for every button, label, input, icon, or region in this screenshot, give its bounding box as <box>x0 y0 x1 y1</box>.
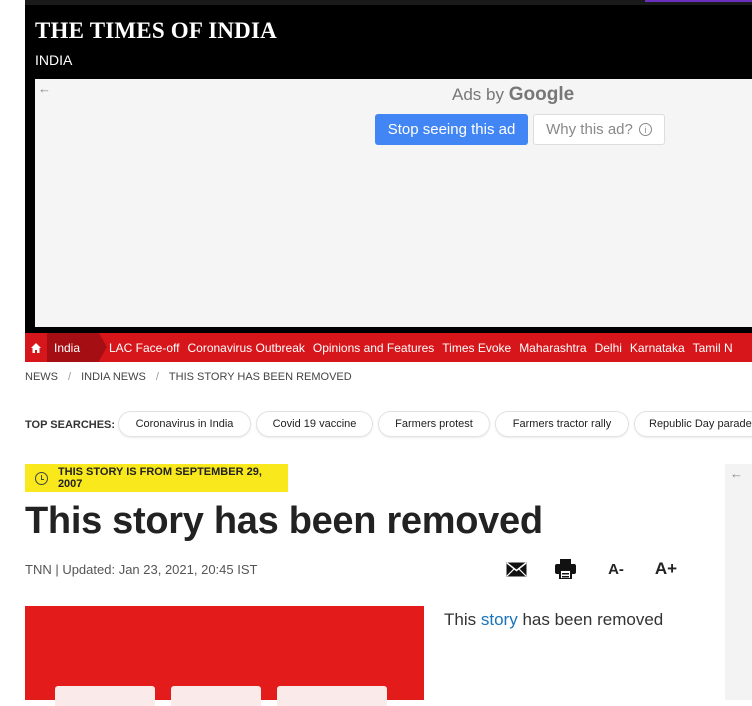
search-chip[interactable]: Covid 19 vaccine <box>256 411 373 437</box>
breadcrumb-separator: / <box>68 371 72 383</box>
story-date-badge: THIS STORY IS FROM SEPTEMBER 29, 2007 <box>25 464 288 492</box>
ads-by-label: Ads by <box>452 85 504 104</box>
search-chip[interactable]: Farmers protest <box>378 411 490 437</box>
breadcrumb: NEWS / INDIA NEWS / THIS STORY HAS BEEN … <box>25 371 352 383</box>
nav-links: LAC Face-off Coronavirus Outbreak Opinio… <box>109 333 733 362</box>
nav-item[interactable]: Tamil N <box>693 341 733 355</box>
search-chip[interactable]: Farmers tractor rally <box>495 411 629 437</box>
breadcrumb-separator: / <box>155 371 159 383</box>
story-date-text: THIS STORY IS FROM SEPTEMBER 29, 2007 <box>57 466 262 490</box>
why-this-ad-button[interactable]: Why this ad? i <box>533 114 665 145</box>
decrease-font-button[interactable]: A- <box>605 558 627 580</box>
search-chip[interactable]: Coronavirus in India <box>118 411 251 437</box>
top-strip <box>25 0 752 5</box>
nav-item[interactable]: Karnataka <box>630 341 685 355</box>
article-byline: TNN | Updated: Jan 23, 2021, 20:45 IST <box>25 562 258 577</box>
nav-item[interactable]: Delhi <box>595 341 622 355</box>
email-icon[interactable] <box>505 558 527 580</box>
search-chip[interactable]: Republic Day parade <box>634 411 752 437</box>
increase-font-button[interactable]: A+ <box>653 558 679 580</box>
nav-item[interactable]: Times Evoke <box>442 341 511 355</box>
nav-item[interactable]: LAC Face-off <box>109 341 179 355</box>
breadcrumb-india-news[interactable]: INDIA NEWS <box>81 371 146 383</box>
why-this-ad-label: Why this ad? <box>546 121 633 138</box>
top-accent-bar <box>645 0 752 2</box>
toi-logo-image <box>55 686 395 706</box>
article-body: This story has been removed <box>444 610 663 630</box>
right-ad-panel <box>725 464 752 700</box>
site-logo[interactable]: THE TIMES OF INDIA <box>35 18 277 44</box>
top-searches-label: TOP SEARCHES: <box>25 419 116 431</box>
nav-item[interactable]: Opinions and Features <box>313 341 434 355</box>
breadcrumb-current: THIS STORY HAS BEEN REMOVED <box>168 371 352 383</box>
nav-item[interactable]: Maharashtra <box>519 341 586 355</box>
body-suffix: has been removed <box>522 610 664 629</box>
home-icon[interactable] <box>25 333 47 362</box>
print-icon[interactable] <box>554 558 576 580</box>
ads-by-google: Ads by Google <box>452 84 574 106</box>
clock-icon <box>35 471 48 485</box>
story-link[interactable]: story <box>481 610 518 629</box>
nav-item-india[interactable]: India <box>47 333 107 362</box>
stop-seeing-ad-button[interactable]: Stop seeing this ad <box>375 114 528 145</box>
arrow-left-icon[interactable]: ← <box>38 81 51 96</box>
edition-label[interactable]: INDIA <box>35 52 72 68</box>
article-headline: This story has been removed <box>25 500 543 542</box>
google-label: Google <box>508 84 575 105</box>
nav-item[interactable]: Coronavirus Outbreak <box>187 341 304 355</box>
body-prefix: This <box>444 610 477 629</box>
info-icon: i <box>638 123 652 136</box>
breadcrumb-news[interactable]: NEWS <box>25 371 58 383</box>
arrow-left-icon[interactable]: ← <box>730 466 743 481</box>
